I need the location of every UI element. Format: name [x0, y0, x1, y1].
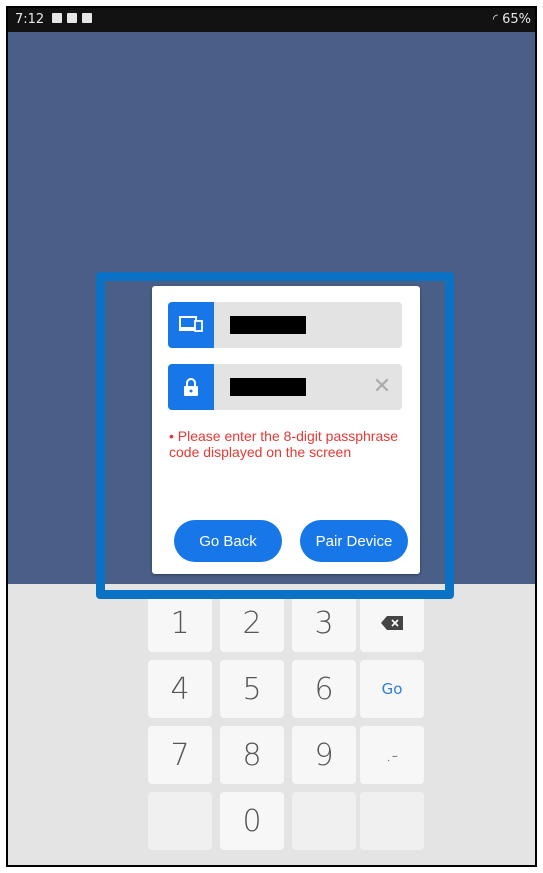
device-icon: [168, 302, 214, 348]
key-6[interactable]: 6: [292, 660, 356, 718]
app-notification-icon: [82, 13, 92, 23]
key-3[interactable]: 3: [292, 594, 356, 652]
key-8[interactable]: 8: [220, 726, 284, 784]
backspace-key[interactable]: [360, 594, 424, 652]
key-2[interactable]: 2: [220, 594, 284, 652]
lock-icon: [168, 364, 214, 410]
battery-text: 65%: [502, 12, 531, 27]
passcode-field[interactable]: ✕: [168, 364, 402, 410]
blank-key-right: [360, 792, 424, 850]
backspace-icon: [381, 616, 403, 630]
numeric-keypad: 1 2 3 4 5 6 Go 7 8 9 .- 0: [8, 584, 535, 865]
key-0[interactable]: 0: [220, 792, 284, 850]
figure-notification-icon: [67, 13, 77, 23]
blank-key-left: [148, 792, 212, 850]
redacted-passcode: [230, 378, 306, 396]
notification-icons: [52, 13, 92, 23]
image-notification-icon: [52, 13, 62, 23]
status-bar: 7:12 ◜ 65%: [8, 8, 535, 32]
wifi-icon: ◜: [492, 12, 498, 27]
pair-device-button[interactable]: Pair Device: [300, 520, 408, 562]
clear-icon[interactable]: ✕: [372, 375, 392, 397]
punctuation-key[interactable]: .-: [360, 726, 424, 784]
device-name-field[interactable]: [168, 302, 402, 348]
pair-device-dialog: ✕ • Please enter the 8-digit passphrase …: [152, 286, 420, 574]
go-key[interactable]: Go: [360, 660, 424, 718]
error-message: • Please enter the 8-digit passphrase co…: [169, 428, 399, 460]
key-5[interactable]: 5: [220, 660, 284, 718]
redacted-device-name: [230, 316, 306, 334]
battery-indicator: ◜ 65%: [493, 12, 531, 27]
key-9[interactable]: 9: [292, 726, 356, 784]
key-4[interactable]: 4: [148, 660, 212, 718]
go-back-button[interactable]: Go Back: [174, 520, 282, 562]
device-screen: 7:12 ◜ 65% 1 2 3 4 5 6 Go 7 8 9 .- 0 ✕ •…: [6, 6, 537, 867]
key-1[interactable]: 1: [148, 594, 212, 652]
blank-key-mid: [292, 792, 356, 850]
key-7[interactable]: 7: [148, 726, 212, 784]
status-time: 7:12: [15, 12, 45, 27]
